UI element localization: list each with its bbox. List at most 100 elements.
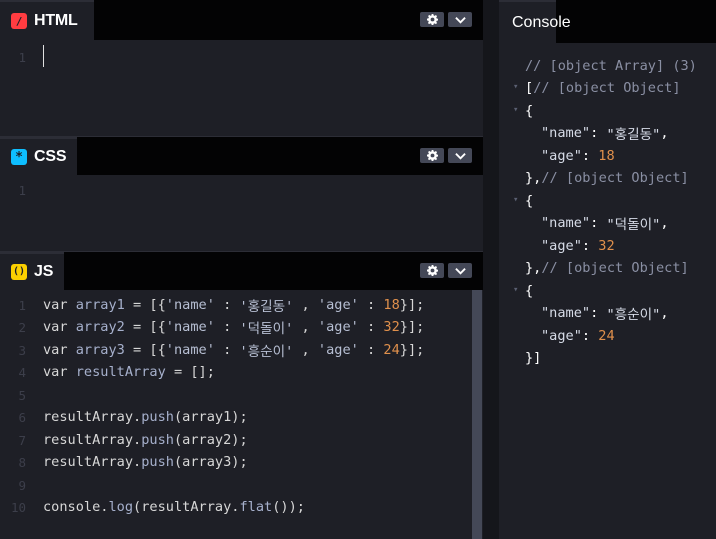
operator: = xyxy=(124,342,150,358)
string: '덕돌이' xyxy=(239,321,294,337)
html-panel: / HTML 1 xyxy=(0,0,483,137)
colon: : xyxy=(590,305,607,321)
code-line: 8 resultArray. push (array3); xyxy=(0,451,470,473)
code-line: 1 var array1 = [{'name' : '홍길동' , 'age' … xyxy=(0,294,470,316)
operator: : xyxy=(358,342,384,358)
identifier: resultArray xyxy=(43,409,134,425)
key: "name" xyxy=(541,125,591,141)
operator: . xyxy=(133,432,142,448)
operator: : xyxy=(358,319,384,335)
line-number: 1 xyxy=(18,182,26,198)
method: push xyxy=(141,432,174,448)
tab-html[interactable]: / HTML xyxy=(0,0,94,40)
code-line: 1 xyxy=(0,46,470,68)
caret-down-icon[interactable]: ▾ xyxy=(513,105,518,115)
comment: // [object Object] xyxy=(541,170,689,186)
line-number: 1 xyxy=(18,49,26,65)
identifier: resultArray xyxy=(75,364,166,380)
identifier: array3 xyxy=(75,342,125,358)
code-line: 10 console. log (resultArray. flat ()); xyxy=(0,496,470,518)
string-value: "덕돌이" xyxy=(606,217,661,233)
code-line: 3 var array3 = [{'name' : '흥순이' , 'age' … xyxy=(0,339,470,361)
html-badge-icon: / xyxy=(11,13,27,29)
operator: = xyxy=(124,297,150,313)
identifier: resultArray xyxy=(43,432,134,448)
key: "name" xyxy=(541,305,591,321)
identifier: resultArray xyxy=(43,454,134,470)
comment: // [object Array] (3) xyxy=(525,58,697,74)
colon: : xyxy=(581,148,599,164)
html-settings-button[interactable] xyxy=(420,12,444,27)
css-collapse-button[interactable] xyxy=(448,148,472,163)
identifier: console xyxy=(43,499,101,515)
css-panel: * CSS 1 xyxy=(0,137,483,251)
console-header: Console xyxy=(499,0,716,43)
comment: // [object Object] xyxy=(533,80,681,96)
tab-js[interactable]: () JS xyxy=(0,252,64,290)
tab-css[interactable]: * CSS xyxy=(0,137,77,175)
line-number: 3 xyxy=(18,342,26,358)
code-line: 9 xyxy=(0,474,470,496)
key: "age" xyxy=(541,328,582,344)
colon: : xyxy=(590,215,607,231)
caret-down-icon[interactable]: ▾ xyxy=(513,285,518,295)
string: 'name' xyxy=(165,342,215,358)
js-collapse-button[interactable] xyxy=(448,263,472,278)
operator: . xyxy=(133,454,142,470)
number: 32 xyxy=(383,319,400,335)
keyword: var xyxy=(43,297,68,313)
gear-icon xyxy=(426,265,438,276)
operator: , xyxy=(293,342,318,358)
line-number: 1 xyxy=(18,297,26,313)
gear-icon xyxy=(426,150,438,161)
line-number: 6 xyxy=(18,409,26,425)
text-cursor xyxy=(43,45,44,67)
arguments: (array1); xyxy=(173,409,248,425)
line-number: 2 xyxy=(18,319,26,335)
bracket: }]; xyxy=(399,319,425,335)
console-line: },// [object Object] xyxy=(525,257,689,279)
brace: }, xyxy=(525,170,542,186)
line-number: 8 xyxy=(18,454,26,470)
caret-down-icon[interactable]: ▾ xyxy=(513,195,518,205)
operator: : xyxy=(358,297,384,313)
console-line: "name": "홍길동", xyxy=(541,122,669,144)
js-panel: () JS 1 var array1 = [{'name': '홍길동' ,… xyxy=(0,252,483,539)
comment: // [object Object] xyxy=(541,260,689,276)
tab-js-label: JS xyxy=(34,263,54,280)
console-line: "age": 18 xyxy=(541,145,615,167)
number-value: 24 xyxy=(598,328,615,344)
method: push xyxy=(141,409,174,425)
string: 'name' xyxy=(165,297,215,313)
colon: : xyxy=(590,125,607,141)
keyword: var xyxy=(43,364,68,380)
html-collapse-button[interactable] xyxy=(448,12,472,27)
method: log xyxy=(108,499,134,515)
css-settings-button[interactable] xyxy=(420,148,444,163)
method: flat xyxy=(239,499,273,515)
number: 18 xyxy=(383,297,400,313)
arguments: (resultArray. xyxy=(133,499,240,515)
console-line: "age": 32 xyxy=(541,235,615,257)
key: "name" xyxy=(541,215,591,231)
gear-icon xyxy=(426,14,438,25)
operator: = []; xyxy=(165,364,215,380)
line-number: 10 xyxy=(10,499,26,515)
line-number: 9 xyxy=(18,477,26,493)
tab-console[interactable]: Console xyxy=(499,0,571,43)
arguments: (array3); xyxy=(173,454,248,470)
console-line: "name": "흥순이", xyxy=(541,302,669,324)
brace: { xyxy=(525,283,534,299)
js-badge-icon: () xyxy=(11,264,27,280)
chevron-down-icon xyxy=(454,16,466,24)
number: 24 xyxy=(383,342,400,358)
chevron-down-icon xyxy=(454,267,466,275)
js-settings-button[interactable] xyxy=(420,263,444,278)
css-badge-icon: * xyxy=(11,149,27,165)
caret-down-icon[interactable]: ▾ xyxy=(513,82,518,92)
string-value: "홍길동" xyxy=(606,127,661,143)
bracket: [{ xyxy=(149,297,166,313)
colon: : xyxy=(581,238,599,254)
resize-handle[interactable] xyxy=(483,0,499,539)
js-editor-scrollbar[interactable] xyxy=(472,290,482,539)
